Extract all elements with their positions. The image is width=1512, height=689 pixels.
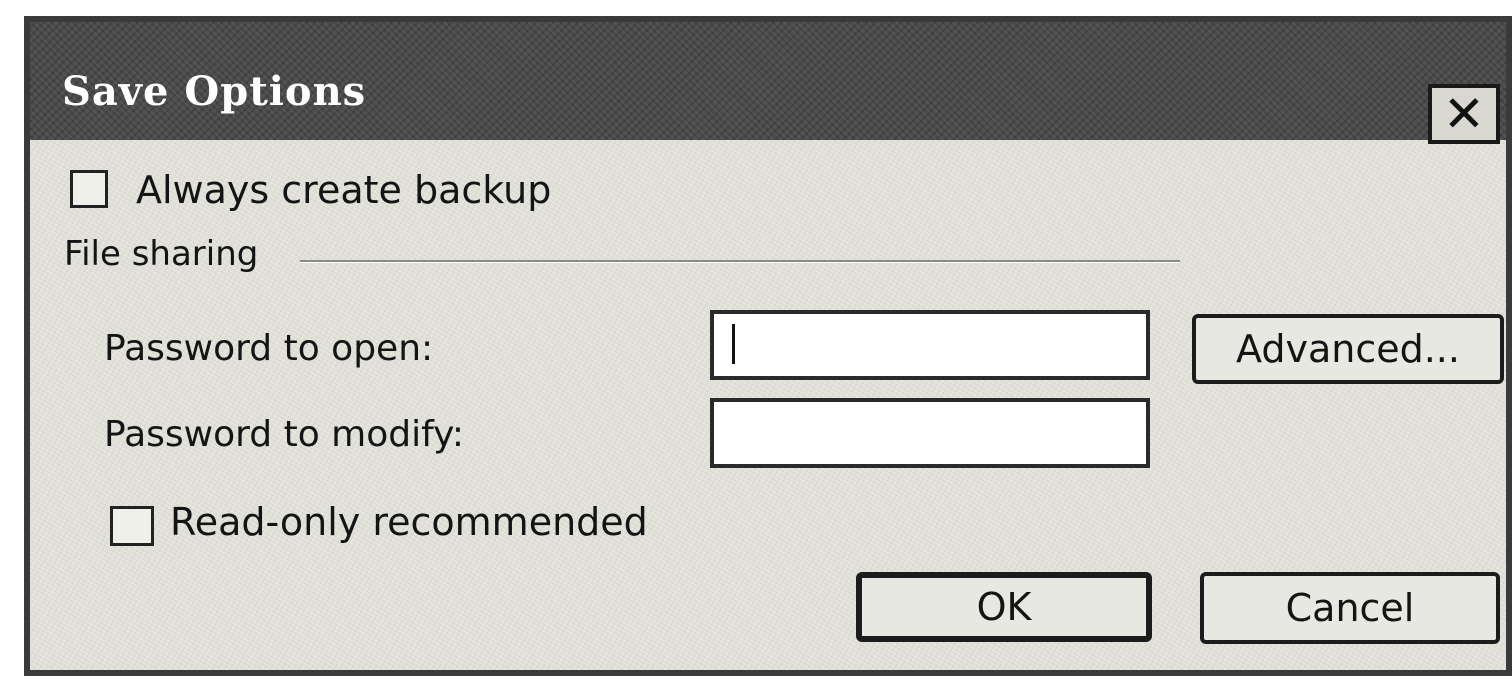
cancel-button[interactable]: Cancel [1200, 572, 1500, 644]
always-create-backup-label: Always create backup [136, 168, 552, 212]
read-only-recommended-label: Read-only recommended [170, 500, 648, 544]
password-to-modify-label: Password to modify: [104, 414, 464, 455]
advanced-button-label: Advanced... [1236, 327, 1460, 371]
title-bar[interactable]: Save Options ✕ [30, 22, 1506, 144]
advanced-button[interactable]: Advanced... [1192, 314, 1504, 384]
read-only-recommended-checkbox[interactable] [110, 506, 154, 546]
text-caret [732, 324, 735, 364]
always-create-backup-checkbox[interactable] [70, 170, 108, 208]
file-sharing-separator [300, 260, 1180, 263]
password-to-open-label: Password to open: [104, 328, 434, 369]
ok-button[interactable]: OK [856, 572, 1152, 642]
close-icon: ✕ [1443, 85, 1485, 143]
file-sharing-group-label: File sharing [64, 234, 259, 274]
close-button[interactable]: ✕ [1428, 84, 1500, 144]
dialog-title: Save Options [62, 68, 367, 115]
save-options-dialog: Save Options ✕ Always create backup File… [24, 16, 1512, 676]
cancel-button-label: Cancel [1285, 586, 1415, 630]
ok-button-label: OK [976, 585, 1032, 629]
password-to-modify-input[interactable] [710, 398, 1150, 468]
password-to-open-input[interactable] [710, 310, 1150, 380]
